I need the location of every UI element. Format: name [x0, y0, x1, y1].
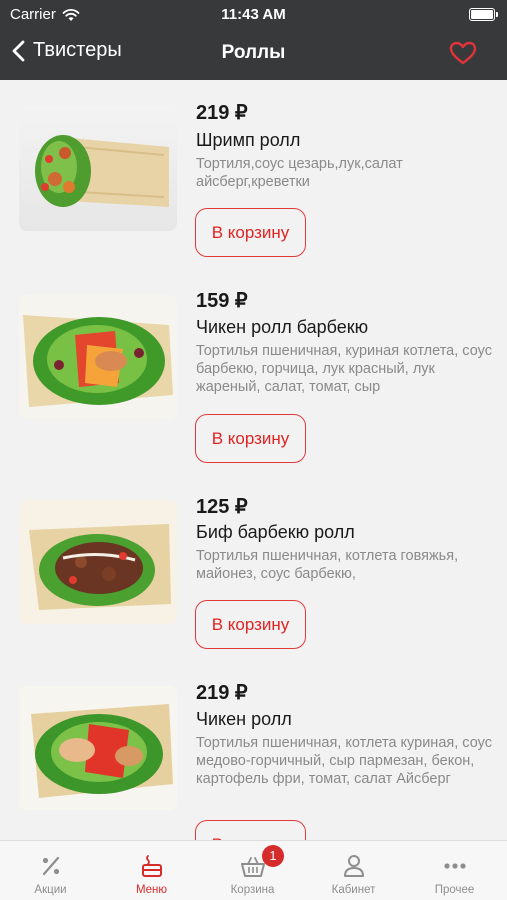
battery-icon	[469, 8, 498, 21]
tab-more[interactable]: Прочее	[404, 841, 505, 900]
chevron-left-icon	[12, 40, 25, 61]
product-name: Чикен ролл	[196, 709, 292, 729]
cart-count-badge: 1	[262, 845, 284, 867]
tab-menu[interactable]: Меню	[101, 841, 202, 900]
product-name: Биф барбекю ролл	[196, 522, 355, 542]
product-name: Шримп ролл	[196, 130, 301, 150]
add-to-cart-button[interactable]: В корзину	[195, 414, 306, 463]
back-label: Твистеры	[33, 39, 122, 61]
product-description: Тортиля,соус цезарь,лук,салат айсберг,кр…	[196, 156, 403, 190]
tab-label: Кабинет	[331, 884, 376, 896]
product-image[interactable]	[19, 295, 177, 419]
product-list[interactable]: 219 ₽ Шримп ролл Тортиля,соус цезарь,лук…	[0, 80, 507, 840]
add-to-cart-button[interactable]: В корзину	[195, 820, 306, 840]
percent-icon	[42, 856, 59, 876]
product-price: 125 ₽	[196, 496, 248, 518]
add-to-cart-button[interactable]: В корзину	[195, 208, 306, 257]
tab-bar: Акции Меню 1 Корзина Кабинет Прочее	[0, 840, 507, 900]
product-image[interactable]	[19, 686, 177, 810]
add-to-cart-button[interactable]: В корзину	[195, 600, 306, 649]
product-image[interactable]	[19, 107, 177, 231]
food-tray-icon	[141, 855, 162, 877]
tab-label: Акции	[34, 884, 67, 896]
product-description: Тортилья пшеничная, котлета куриная, соу…	[196, 735, 492, 787]
product-price: 219 ₽	[196, 102, 248, 124]
back-button[interactable]: Твистеры	[12, 39, 122, 62]
tab-label: Прочее	[434, 884, 475, 896]
status-bar: Carrier 11:43 AM	[0, 0, 507, 30]
product-price: 219 ₽	[196, 682, 248, 704]
tab-label: Меню	[135, 884, 168, 896]
tab-promotions[interactable]: Акции	[0, 841, 101, 900]
heart-icon	[449, 41, 477, 65]
product-image[interactable]	[19, 500, 177, 624]
more-dots-icon	[443, 863, 466, 869]
product-price: 159 ₽	[196, 290, 248, 312]
user-icon	[343, 855, 364, 877]
favorites-button[interactable]	[449, 41, 477, 70]
tab-label: Корзина	[230, 884, 275, 896]
product-name: Чикен ролл барбекю	[196, 317, 369, 337]
navigation-bar: Твистеры Роллы	[0, 30, 507, 80]
clock: 11:43 AM	[221, 6, 286, 23]
tab-cart[interactable]: 1 Корзина	[202, 841, 303, 900]
product-description: Тортилья пшеничная, котлета говяжья, май…	[196, 548, 459, 582]
product-description: Тортилья пшеничная, куриная котлета, соу…	[196, 343, 492, 395]
tab-account[interactable]: Кабинет	[303, 841, 404, 900]
